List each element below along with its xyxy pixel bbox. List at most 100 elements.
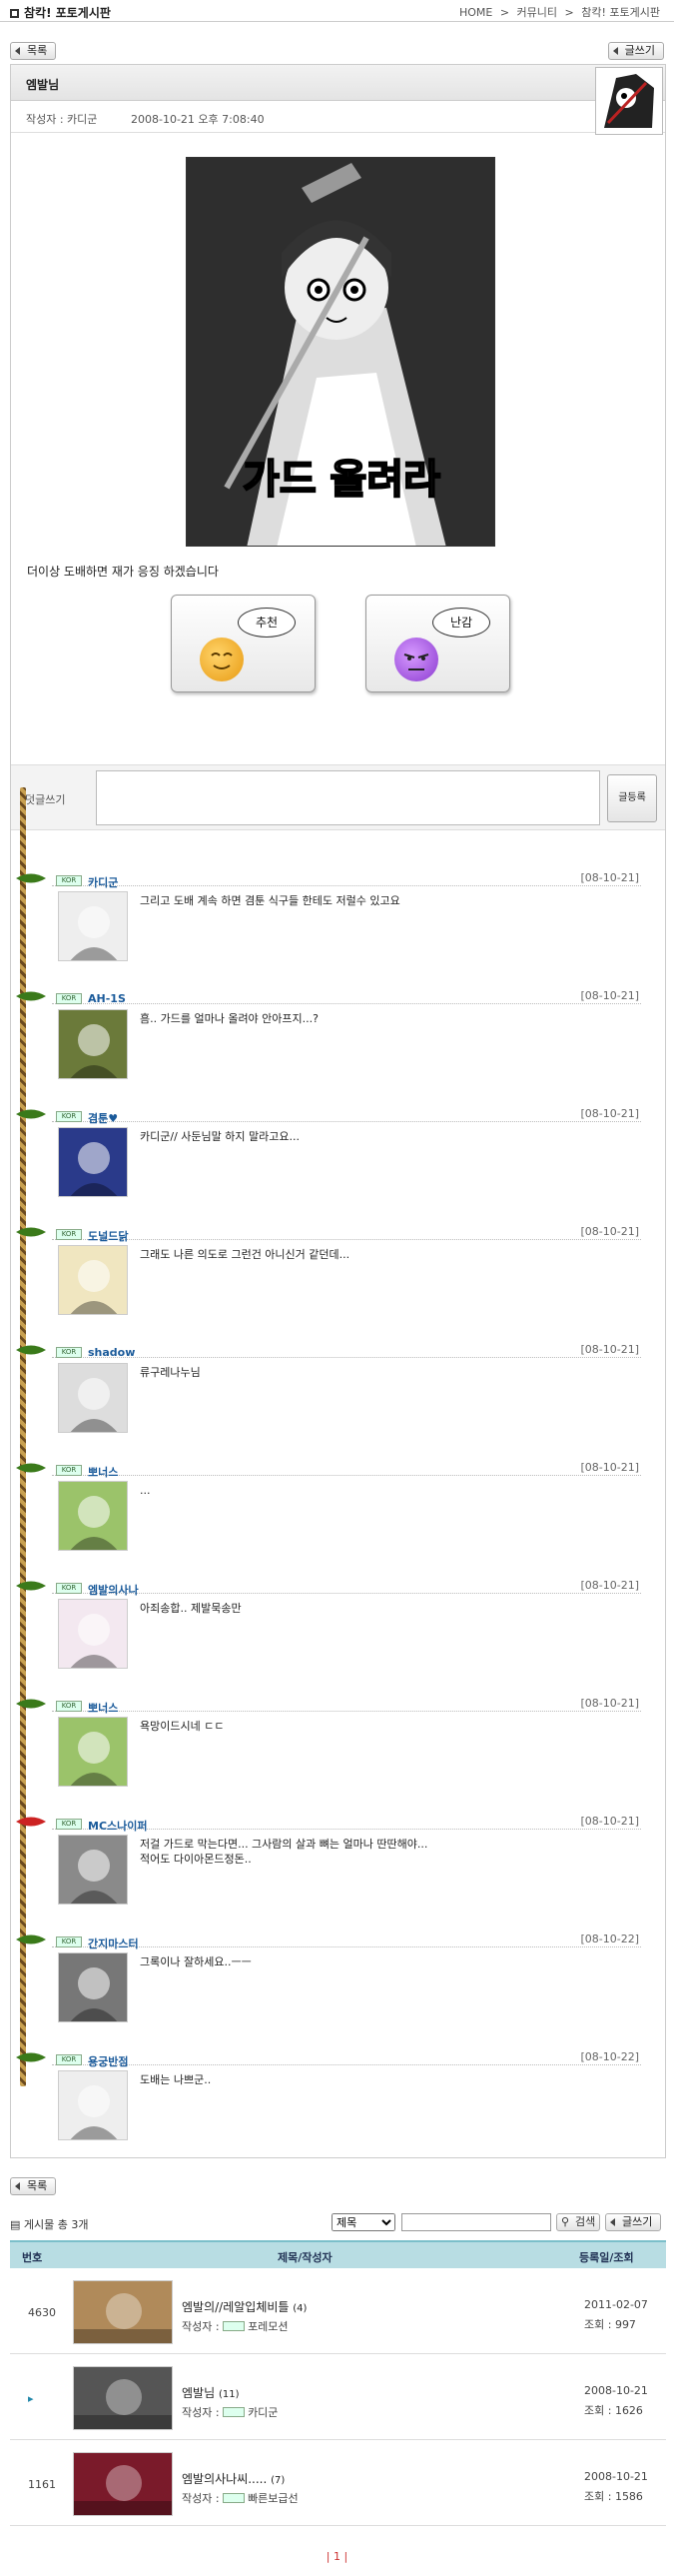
total-count-text: 게시물 총 3개 — [23, 2218, 89, 2231]
comment-nick[interactable]: 뽀너스 — [88, 1700, 118, 1716]
row-thumbnail[interactable] — [73, 2452, 173, 2516]
arrow-left-icon — [610, 2218, 615, 2226]
row-author-label: 작성자 : — [182, 2406, 224, 2419]
comment-date: [08-10-21] — [580, 1697, 639, 1710]
comment-nick[interactable]: 겸툰♥ — [88, 1110, 118, 1126]
breadcrumb-separator: > — [499, 6, 510, 19]
comment-form-label: 덧글쓰기 — [25, 793, 66, 806]
smile-face-icon — [200, 638, 244, 681]
row-title[interactable]: 엠발의//레알입체비틀 (4) — [182, 2298, 307, 2315]
search-button[interactable]: ⚲ 검색 — [556, 2213, 601, 2231]
row-title-text: 엠발의사나씨..... — [182, 2472, 272, 2486]
comment-item: KOR 카디군 [08-10-21] 그리고 도배 계속 하면 겸툰 식구들 한테도 … — [16, 847, 645, 961]
leaf-icon — [16, 1817, 46, 1827]
level-badge: KOR — [56, 1347, 82, 1358]
total-count: ▤ 게시물 총 3개 — [10, 2216, 88, 2232]
comment-nick[interactable]: 카디군 — [88, 874, 118, 890]
row-date: 2008-10-21 — [584, 2384, 648, 2397]
leaf-icon — [16, 991, 46, 1001]
grim-face-icon — [394, 638, 438, 681]
level-badge: KOR — [56, 1701, 82, 1712]
breadcrumb-community[interactable]: 커뮤니티 — [517, 6, 557, 19]
comment-nick[interactable]: MC스나이퍼 — [88, 1818, 148, 1834]
breadcrumb-board[interactable]: 참칵! 포토게시판 — [581, 6, 660, 19]
row-author-nick[interactable]: 카디군 — [248, 2406, 278, 2419]
table-row[interactable]: 1161 엠발의사나씨..... (7) 작성자 : 빠른보급선 2008-10-21… — [10, 2442, 666, 2526]
comment-divider — [52, 1003, 641, 1004]
list-button-top[interactable]: 목록 — [10, 42, 57, 60]
comment-nick[interactable]: shadow — [88, 1346, 135, 1359]
comment-date: [08-10-21] — [580, 1579, 639, 1592]
write-button-bottom[interactable]: 글쓰기 — [605, 2213, 662, 2231]
row-date: 2008-10-21 — [584, 2470, 648, 2483]
row-author-level — [223, 2321, 246, 2331]
comment-avatar — [58, 1363, 128, 1433]
leaf-icon — [16, 1581, 46, 1591]
comment-submit-button[interactable]: 글등록 — [607, 774, 657, 822]
comment-divider — [52, 1239, 641, 1240]
comment-nick[interactable]: 뽀너스 — [88, 1464, 118, 1480]
comment-nick[interactable]: 엠발의사나 — [88, 1582, 139, 1598]
level-badge: KOR — [56, 1819, 82, 1830]
row-thumbnail[interactable] — [73, 2366, 173, 2430]
write-button-label: 글쓰기 — [622, 2215, 653, 2228]
comment-nick[interactable]: 간지마스터 — [88, 1935, 139, 1951]
row-thumbnail[interactable] — [73, 2280, 173, 2344]
comment-divider — [52, 2064, 641, 2065]
comment-date: [08-10-21] — [580, 1107, 639, 1120]
table-header: 번호 제목/작성자 등록일/조회 — [10, 2240, 666, 2268]
post-image-caption: 가드 올려라 — [243, 457, 440, 503]
row-author-nick[interactable]: 포레모션 — [248, 2320, 288, 2333]
comment-nick[interactable]: AH-1S — [88, 992, 126, 1005]
comment-nick[interactable]: 도널드닭 — [88, 1228, 128, 1244]
comment-item: KOR 겸툰♥ [08-10-21] 카디군// 사둔님말 하지 말라고요... — [16, 1083, 645, 1197]
post-subject: 엠발님 — [26, 78, 60, 92]
row-views: 조회 : 1626 — [584, 2404, 643, 2417]
leaf-icon — [16, 1345, 46, 1355]
comment-item: KOR 엠발의사나 [08-10-21] 아죄송합.. 제발묵송만 — [16, 1555, 645, 1669]
comment-divider — [52, 1946, 641, 1947]
search-input[interactable] — [401, 2213, 551, 2231]
hard-button[interactable]: 난감 — [365, 595, 510, 692]
leaf-icon — [16, 1934, 46, 1944]
comment-date: [08-10-22] — [580, 1932, 639, 1945]
comment-text: 그록이나 잘하세요..ㅡㅡ — [140, 1955, 252, 1968]
search-option-select[interactable]: 제목 — [332, 2213, 395, 2231]
breadcrumb-home[interactable]: HOME — [459, 6, 492, 19]
search-button-label: 검색 — [575, 2215, 596, 2228]
comment-avatar — [58, 1717, 128, 1787]
row-title[interactable]: 엠발의사나씨..... (7) — [182, 2470, 285, 2487]
row-author-nick[interactable]: 빠른보급선 — [248, 2492, 299, 2505]
comment-count: (7) — [271, 2475, 286, 2486]
comment-input[interactable] — [96, 770, 600, 825]
row-author-level — [223, 2493, 246, 2503]
post-meta: 작성자 : 카디군 2008-10-21 오후 7:08:40 — [11, 101, 665, 133]
row-author-label: 작성자 : — [182, 2492, 224, 2505]
square-icon — [10, 9, 19, 18]
table-row[interactable]: ▸ 엠발님 (11) 작성자 : 카디군 2008-10-21 조회 : 1626 — [10, 2356, 666, 2440]
write-button-top[interactable]: 글쓰기 — [607, 42, 664, 60]
post-image: 가드 올려라 — [186, 157, 495, 547]
comment-date: [08-10-21] — [580, 1815, 639, 1828]
post-body: 더이상 도배하면 재가 응징 하겠습니다 — [27, 565, 219, 579]
comment-date: [08-10-21] — [580, 871, 639, 884]
list-button-label: 목록 — [27, 44, 48, 57]
row-title[interactable]: 엠발님 (11) — [182, 2384, 239, 2401]
hard-bubble: 난감 — [432, 608, 490, 638]
level-badge: KOR — [56, 1465, 82, 1476]
breadcrumb-separator: > — [564, 6, 574, 19]
comment-nick[interactable]: 용궁반점 — [88, 2053, 128, 2069]
post-date: 2008-10-21 오후 7:08:40 — [131, 113, 265, 126]
list-icon: ▤ — [10, 2218, 24, 2231]
comment-item: KOR 뽀너스 [08-10-21] 욕망이드시네 ㄷㄷ — [16, 1673, 645, 1787]
leaf-icon — [16, 873, 46, 883]
list-button-bottom[interactable]: 목록 — [10, 2177, 57, 2195]
comment-date: [08-10-21] — [580, 1461, 639, 1474]
row-views: 조회 : 997 — [584, 2318, 636, 2331]
table-row[interactable]: 4630 엠발의//레알입체비틀 (4) 작성자 : 포레모션 2011-02-07 조… — [10, 2270, 666, 2354]
pagination[interactable]: | 1 | — [0, 2550, 674, 2563]
write-button-label: 글쓰기 — [624, 44, 655, 57]
level-badge: KOR — [56, 2054, 82, 2065]
comment-text: ... — [140, 1484, 151, 1497]
recommend-button[interactable]: 추천 — [171, 595, 316, 692]
